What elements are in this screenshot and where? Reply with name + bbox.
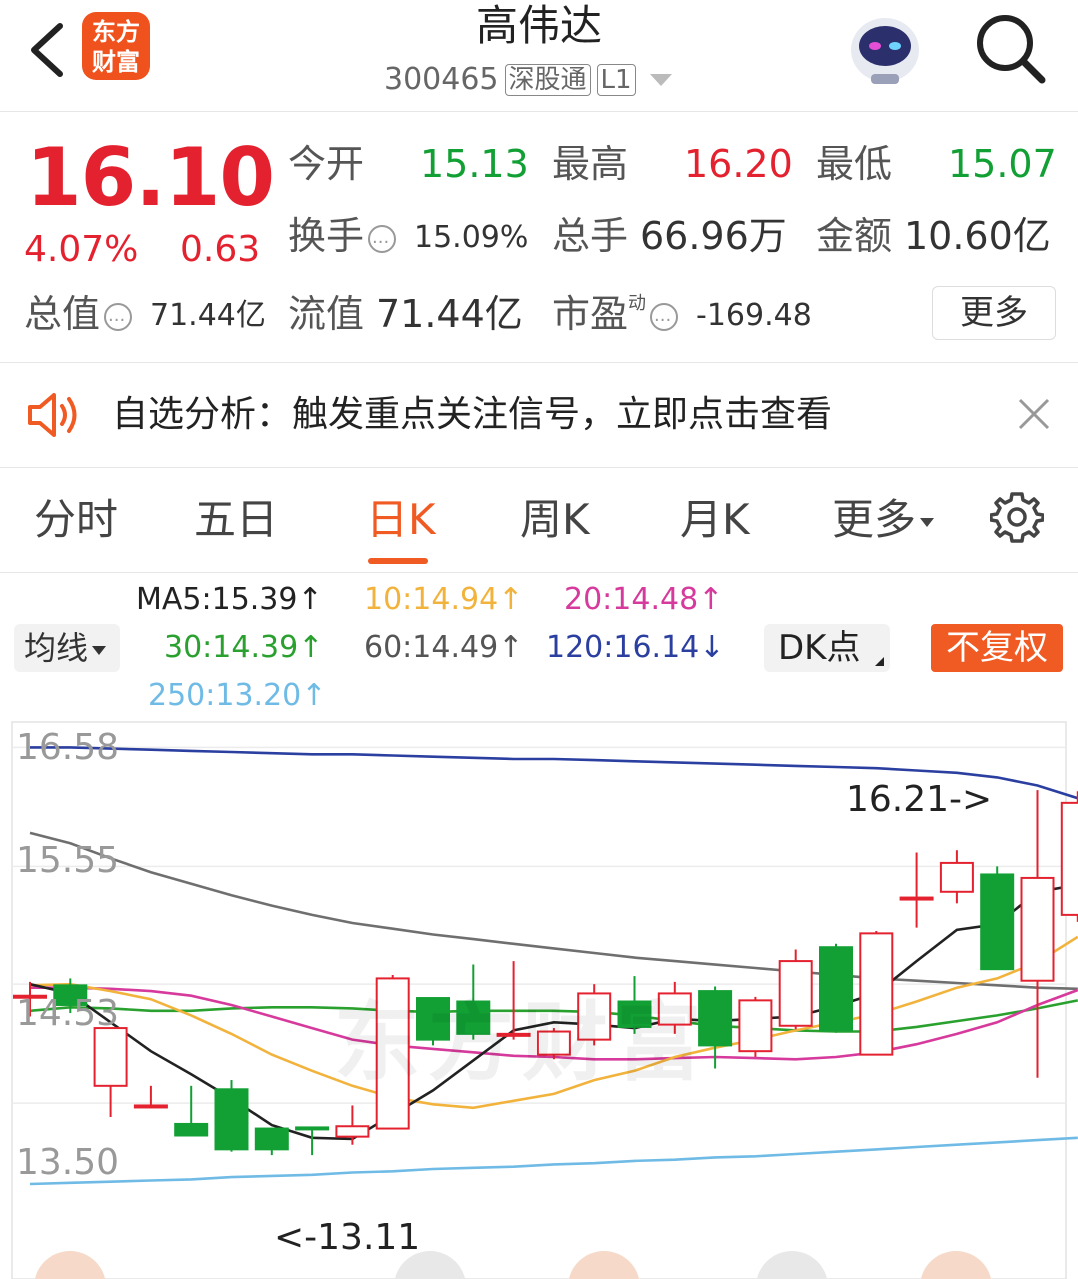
stock-code: 300465 [384,62,499,97]
candle-body [859,932,894,1056]
high-value: 16.20 [684,142,793,186]
info-icon[interactable] [104,298,133,344]
candle-body [93,1027,128,1087]
candle-body [980,873,1015,971]
ma60-line [29,831,1078,991]
no-adjust-button[interactable]: 不复权 [931,624,1063,672]
volume-label: 总手 [552,214,629,258]
stock-code-row[interactable]: 300465 深股通 L1 [384,62,672,98]
mktcap-value: 71.44亿 [150,298,266,333]
chevron-down-icon [920,518,935,527]
dk-point-button[interactable]: DK点 [764,624,890,672]
sgt-tag: 深股通 [504,64,591,96]
candle-body [335,1125,370,1138]
open-label: 今开 [288,142,365,186]
tab-intraday[interactable]: 分时 [34,493,118,547]
speaker-icon [26,390,82,440]
candle-body [295,1126,330,1131]
y-tick-label: 16.58 [16,727,120,768]
tab-daily-k[interactable]: 日K [366,493,436,547]
y-tick-label: 15.55 [16,840,120,881]
high-annotation: 16.21-> [846,779,993,820]
analysis-banner[interactable]: 自选分析：触发重点关注信号，立即点击查看 [0,364,1078,468]
tab-weekly-k[interactable]: 周K [520,493,590,547]
candle-body [133,1104,168,1109]
low-label: 最低 [816,142,893,186]
ma250-value: 250:13.20↑ [148,678,327,713]
chevron-down-icon[interactable] [649,74,672,86]
float-value: 71.44亿 [376,292,523,336]
toolbar-button [920,1251,992,1279]
y-tick-label: 13.50 [16,1142,120,1183]
level-tag: L1 [596,64,636,96]
y-tick-label: 14.53 [16,993,120,1034]
candle-body [254,1127,289,1151]
change-percent: 4.07% [24,229,139,270]
last-price: 16.10 [26,131,275,224]
candle-body [819,946,853,1032]
gear-icon[interactable] [989,490,1045,544]
candle-body [939,861,974,893]
moving-average-legend: MA5:15.39↑ 10:14.94↑ 20:14.48↑ 均线 30:14.… [0,574,1078,714]
active-tab-indicator [368,558,428,564]
toolbar-button [568,1251,640,1279]
chart-period-tabs: 分时 五日 日K 周K 月K 更多 [0,469,1078,573]
watermark: 东方财富 [334,993,710,1093]
float-label: 流值 [288,292,365,336]
ma20-value: 20:14.48↑ [564,582,724,617]
candle-body [899,896,934,901]
corner-triangle-icon [875,657,884,666]
amount-label: 金额 [816,214,893,258]
pe-dynamic-mark: 动 [628,293,647,314]
close-icon[interactable] [1014,394,1054,434]
candle-body [214,1088,249,1151]
turnover-label[interactable]: 换手 [288,213,400,266]
volume-value: 66.96万 [640,214,787,258]
change-value: 0.63 [180,229,261,270]
candle-body [738,999,773,1053]
candle-body [1060,801,1078,916]
pe-label[interactable]: 市盈动 [552,291,682,345]
chevron-down-icon [92,645,107,655]
open-value: 15.13 [420,142,529,186]
toolbar-button [34,1251,106,1279]
info-icon[interactable] [368,220,397,266]
low-value: 15.07 [948,142,1057,186]
candle-body [1020,876,1055,982]
amount-value: 10.60亿 [904,214,1051,258]
ma60-value: 60:14.49↑ [364,630,524,665]
pe-value: -169.48 [696,298,812,333]
info-icon[interactable] [650,298,679,344]
banner-text[interactable]: 自选分析：触发重点关注信号，立即点击查看 [112,390,832,440]
ma30-value: 30:14.39↑ [164,630,324,665]
mktcap-label[interactable]: 总值 [24,291,136,344]
kline-chart[interactable]: 东方财富 16.58 15.55 14.53 13.50 16.21-> <-1… [0,714,1078,1279]
robot-assistant-icon[interactable] [845,10,925,86]
ma250-line [29,1136,1078,1186]
toolbar-button [756,1251,828,1279]
candle-body [174,1122,209,1137]
ma120-value: 120:16.14↓ [546,630,725,665]
high-label: 最高 [552,142,629,186]
candle-body [778,960,813,1027]
app-header: 东方 财富 高伟达 300465 深股通 L1 [0,0,1078,112]
turnover-value: 15.09% [414,220,529,255]
ma10-value: 10:14.94↑ [364,582,524,617]
tab-five-day[interactable]: 五日 [194,493,278,547]
ma5-value: MA5:15.39↑ [136,582,323,617]
ma-type-dropdown[interactable]: 均线 [14,624,120,672]
quote-panel: 16.10 4.07% 0.63 今开 15.13 最高 16.20 最低 15… [0,113,1078,363]
low-annotation: <-13.11 [274,1217,421,1258]
search-icon[interactable] [972,10,1048,86]
more-quote-button[interactable]: 更多 [932,286,1056,340]
tab-monthly-k[interactable]: 月K [680,493,750,547]
tab-more[interactable]: 更多 [832,493,935,547]
